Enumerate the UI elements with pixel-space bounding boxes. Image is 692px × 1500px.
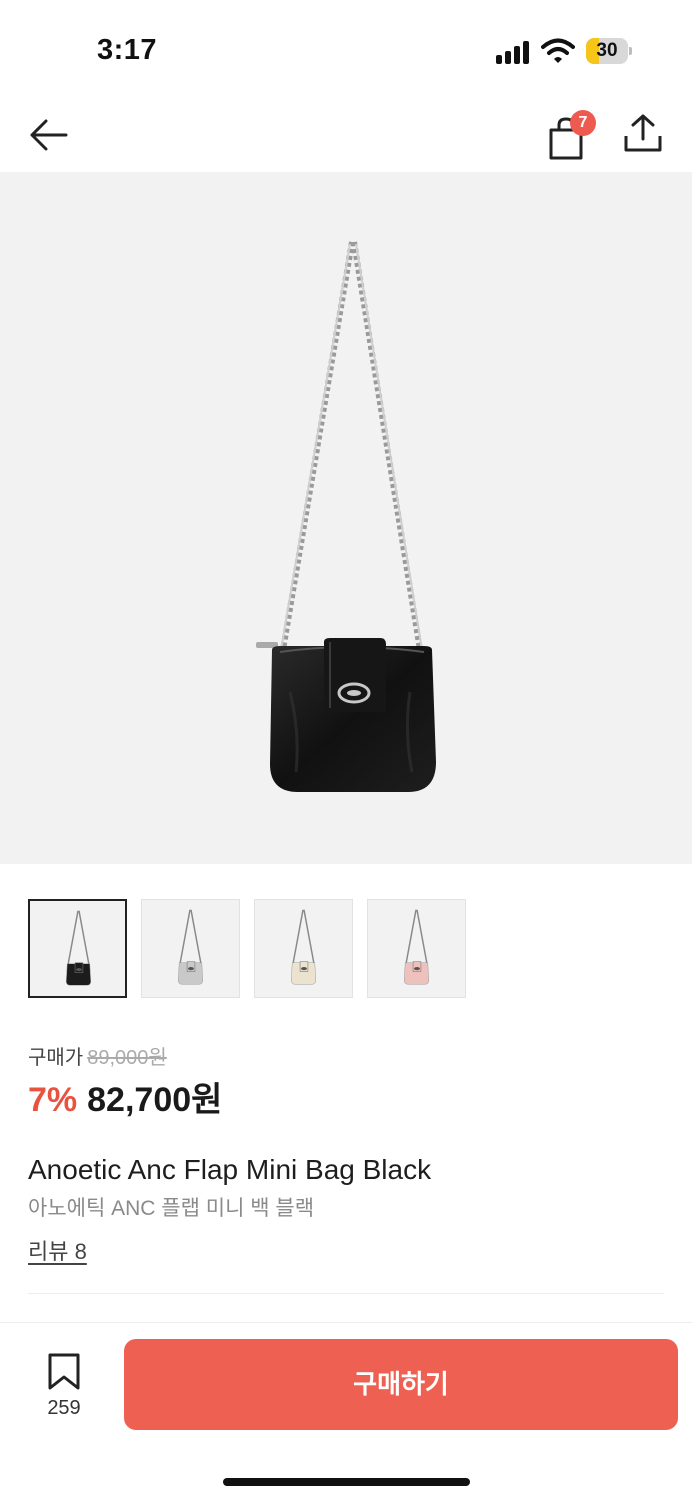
price-label: 구매가 <box>28 1047 84 1069</box>
color-thumbnail[interactable] <box>254 899 353 998</box>
divider <box>28 1293 664 1294</box>
bottom-action-bar: 259 구매하기 <box>0 1322 692 1500</box>
cart-count-badge: 7 <box>570 110 596 136</box>
home-indicator[interactable] <box>223 1478 470 1486</box>
bookmark-button[interactable]: 259 <box>36 1353 92 1423</box>
bookmark-icon <box>48 1353 80 1390</box>
thumbnail-bag-image <box>291 909 316 985</box>
share-icon[interactable] <box>622 112 664 154</box>
product-name-en: Anoetic Anc Flap Mini Bag Black <box>28 1154 432 1185</box>
review-link[interactable]: 리뷰 8 <box>28 1234 87 1266</box>
sale-price: 82,700원 <box>87 1081 223 1119</box>
thumbnail-bag-image <box>66 910 91 986</box>
buy-button[interactable]: 구매하기 <box>124 1339 678 1430</box>
shopping-bag-button[interactable]: 7 <box>544 110 596 160</box>
back-arrow-icon[interactable] <box>26 112 72 158</box>
color-thumbnail[interactable] <box>367 899 466 998</box>
nav-bar: 7 <box>0 100 692 172</box>
color-thumbnail[interactable] <box>28 899 127 998</box>
price-row: 7% 82,700원 <box>28 1072 222 1121</box>
thumbnail-bag-image <box>178 909 203 985</box>
original-price: 89,000원 <box>87 1047 167 1069</box>
cellular-signal-icon <box>496 40 532 64</box>
discount-rate: 7% <box>28 1081 78 1119</box>
status-bar: 3:17 30 <box>0 0 692 100</box>
thumbnail-bag-image <box>404 909 429 985</box>
color-thumbnail[interactable] <box>141 899 240 998</box>
bookmark-count: 259 <box>47 1397 81 1419</box>
product-main-image[interactable] <box>0 172 692 864</box>
battery-level: 30 <box>596 40 618 61</box>
price-label-row: 구매가 89,000원 <box>28 1041 167 1070</box>
status-time: 3:17 <box>97 34 158 66</box>
wifi-icon <box>541 38 575 63</box>
bag-illustration <box>256 241 436 792</box>
product-name-ko: 아노에틱 ANC 플랩 미니 백 블랙 <box>28 1197 315 1220</box>
battery-icon: 30 <box>586 38 632 64</box>
